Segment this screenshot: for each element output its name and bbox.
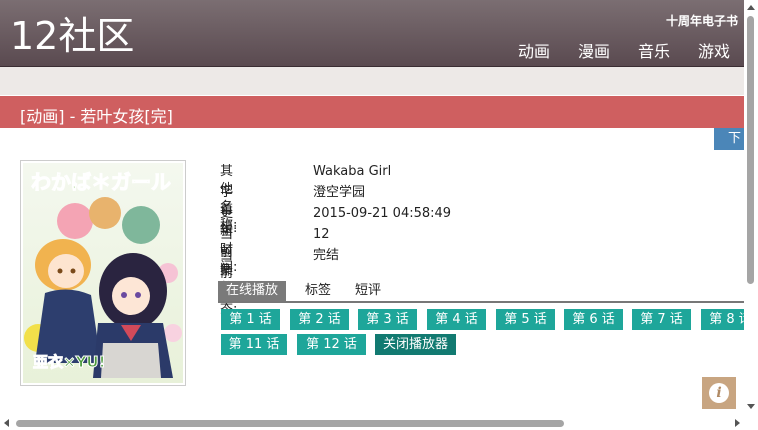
info-value: 2015-09-21 04:58:49 — [313, 206, 452, 221]
info-value: 澄空学园 — [313, 185, 366, 200]
scroll-right-icon[interactable] — [730, 416, 744, 430]
episode-button[interactable]: 第 7 话 — [632, 309, 691, 330]
episode-button[interactable]: 第 5 话 — [496, 309, 555, 330]
site-header: 12社区 十周年电子书 动画 漫画 音乐 游戏 — [0, 0, 744, 67]
episode-button[interactable]: 第 4 话 — [427, 309, 486, 330]
vertical-scrollbar[interactable] — [744, 0, 758, 416]
info-value: 12 — [313, 227, 330, 242]
tab-tags[interactable]: 标签 — [297, 281, 339, 301]
ebook-link[interactable]: 十周年电子书 — [666, 12, 738, 29]
episode-button[interactable]: 第 12 话 — [297, 334, 366, 355]
horizontal-scroll-thumb[interactable] — [16, 420, 564, 427]
scrollbar-corner — [744, 416, 758, 430]
scroll-down-icon[interactable] — [744, 400, 758, 414]
info-value: Wakaba Girl — [313, 164, 392, 179]
tab-reviews[interactable]: 短评 — [347, 281, 389, 301]
nav-item-anime[interactable]: 动画 — [518, 38, 550, 62]
info-value: 完结 — [313, 248, 340, 263]
header-spacer — [0, 67, 744, 95]
info-icon: i — [709, 383, 729, 403]
episode-button[interactable]: 第 1 话 — [221, 309, 280, 330]
episode-button[interactable]: 第 6 话 — [564, 309, 623, 330]
content-tabs: 在线播放 标签 短评 — [218, 281, 744, 303]
page-viewport: 12社区 十周年电子书 动画 漫画 音乐 游戏 [动画] - 若叶女孩[完] 下 — [0, 0, 744, 416]
episode-button[interactable]: 第 8 话 — [701, 309, 744, 330]
horizontal-scrollbar[interactable] — [0, 416, 744, 430]
episode-button[interactable]: 第 3 话 — [358, 309, 417, 330]
site-logo[interactable]: 12社区 — [10, 14, 134, 58]
cover-art: わかば＊ガール 亜衣×YU! — [23, 163, 183, 383]
main-nav: 动画 漫画 音乐 游戏 — [490, 38, 730, 62]
close-player-button[interactable]: 关闭播放器 — [375, 334, 456, 355]
svg-text:わかば＊ガール: わかば＊ガール — [31, 170, 171, 194]
episode-button[interactable]: 第 2 话 — [290, 309, 349, 330]
cover-image: わかば＊ガール 亜衣×YU! — [20, 160, 186, 386]
svg-text:亜衣×YU!: 亜衣×YU! — [33, 353, 105, 371]
episode-button[interactable]: 第 11 话 — [221, 334, 287, 355]
download-tab[interactable]: 下 — [714, 128, 744, 150]
nav-item-music[interactable]: 音乐 — [638, 38, 670, 62]
scroll-up-icon[interactable] — [744, 0, 758, 14]
title-bar: [动画] - 若叶女孩[完] — [0, 96, 744, 128]
scroll-left-icon[interactable] — [0, 416, 14, 430]
vertical-scroll-thumb[interactable] — [747, 16, 754, 284]
info-button[interactable]: i — [702, 377, 736, 409]
nav-item-manga[interactable]: 漫画 — [578, 38, 610, 62]
nav-item-games[interactable]: 游戏 — [698, 38, 730, 62]
page-title: [动画] - 若叶女孩[完] — [20, 107, 173, 126]
tab-online-play[interactable]: 在线播放 — [218, 281, 287, 301]
